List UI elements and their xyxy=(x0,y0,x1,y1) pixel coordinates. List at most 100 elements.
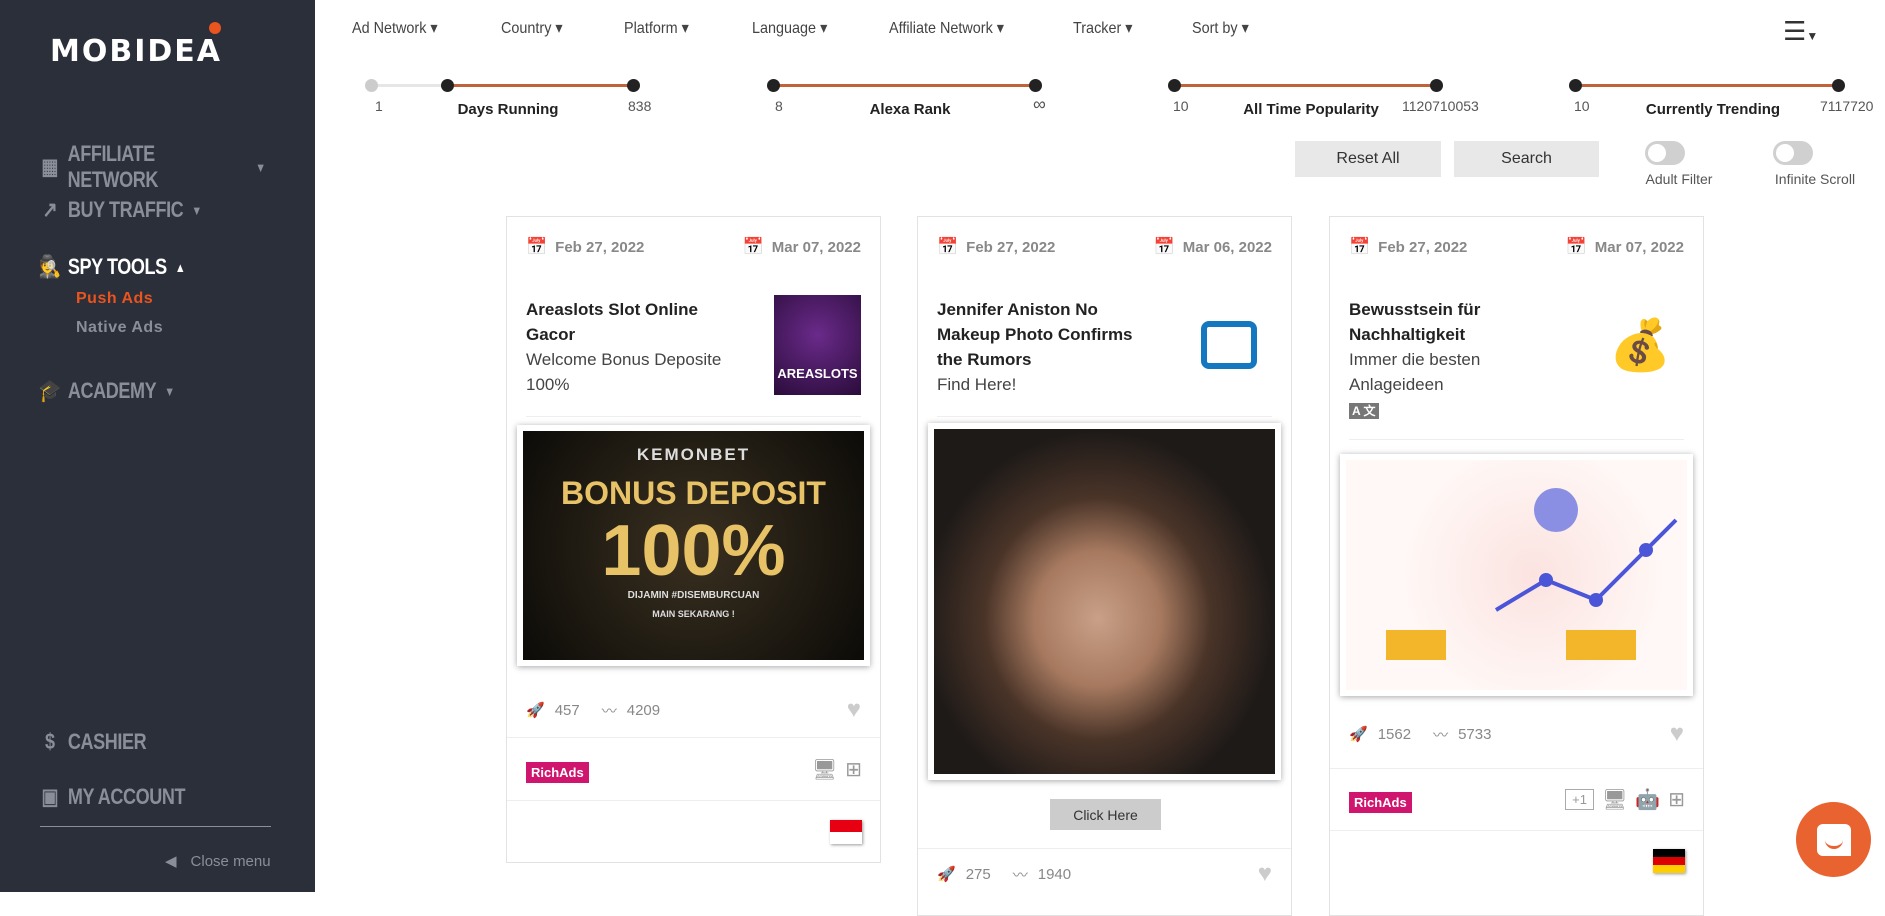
heart-icon[interactable]: ♥ xyxy=(847,696,861,724)
slider-label: Currently Trending xyxy=(1645,101,1781,118)
slider-days-running[interactable] xyxy=(447,84,633,87)
nav-cashier[interactable]: $ CASHIER xyxy=(40,729,147,755)
sidebar: MOBIDEA ▦ AFFILIATE NETWORK ▼ ↗ BUY TRAFFIC… xyxy=(0,0,315,892)
ad-title: Areaslots Slot Online Gacor Welcome Bonus… xyxy=(526,297,746,397)
caret-down-icon: ▼ xyxy=(164,383,175,399)
infinite-scroll-toggle[interactable] xyxy=(1773,141,1813,165)
ad-card[interactable]: 📅 Feb 27, 2022 📅 Mar 07, 2022 Areaslots Sl… xyxy=(506,216,881,863)
ad-description: Immer die besten Anlageideen xyxy=(1349,350,1481,394)
filter-tracker[interactable]: Tracker ▾ xyxy=(1073,18,1133,38)
calendar-icon: 📅 xyxy=(1349,237,1371,256)
rocket-icon: 🚀 xyxy=(526,702,545,719)
slider-max: 1120710053 xyxy=(1402,98,1479,114)
nav-native-ads[interactable]: Native Ads xyxy=(76,319,163,337)
graduation-cap-icon: 🎓 xyxy=(38,378,61,403)
spy-icon: 🕵 xyxy=(38,254,61,279)
nav-spy-tools[interactable]: 🕵 SPY TOOLS ▲ xyxy=(38,254,186,280)
heart-icon[interactable]: ♥ xyxy=(1258,860,1272,888)
ad-image[interactable]: KEMONBET BONUS DEPOSIT 100% DIJAMIN #DIS… xyxy=(517,425,870,666)
slider-handle[interactable] xyxy=(1569,79,1582,92)
slider-handle[interactable] xyxy=(365,79,378,92)
ad-description: Welcome Bonus Deposite 100% xyxy=(526,350,722,394)
chat-button[interactable] xyxy=(1796,802,1871,877)
nav-buy-traffic[interactable]: ↗ BUY TRAFFIC ▼ xyxy=(40,197,202,223)
ad-title: Bewusstsein für Nachhaltigkeit Immer die … xyxy=(1349,297,1569,422)
translate-icon: A 文 xyxy=(1349,403,1379,419)
caret-up-icon: ▲ xyxy=(174,259,186,275)
illustration xyxy=(1386,488,1678,660)
heart-icon[interactable]: ♥ xyxy=(1670,720,1684,748)
trend-icon: 〰 xyxy=(1012,866,1028,884)
slider-min: 1 xyxy=(375,98,383,114)
ad-image[interactable] xyxy=(1340,454,1693,696)
network-badge: RichAds xyxy=(526,762,589,783)
android-icon: 🤖 xyxy=(1635,789,1661,811)
calendar-icon: 📅 xyxy=(742,237,764,256)
caret-down-icon: ▼ xyxy=(191,202,203,218)
ad-image[interactable] xyxy=(928,423,1281,780)
filter-language[interactable]: Language ▾ xyxy=(752,18,827,38)
slider-min: 8 xyxy=(775,98,783,114)
nav-label: CASHIER xyxy=(67,729,147,754)
slider-currently-trending[interactable] xyxy=(1575,84,1838,87)
slider-min: 10 xyxy=(1574,98,1590,114)
nav-push-ads[interactable]: Push Ads xyxy=(76,290,153,308)
divider xyxy=(40,826,271,827)
desktop-icon: 🖥 xyxy=(811,759,838,781)
toggle-label: Infinite Scroll xyxy=(1774,171,1856,187)
hamburger-menu-icon[interactable]: ☰▼ xyxy=(1783,16,1818,47)
windows-icon: ⊞ xyxy=(1668,789,1685,811)
slider-alexa-rank[interactable] xyxy=(773,84,1035,87)
ad-card[interactable]: 📅 Feb 27, 2022 📅 Mar 07, 2022 Bewusstsein … xyxy=(1329,216,1704,916)
nav-label: AFFILIATE NETWORK xyxy=(67,141,159,192)
slider-handle[interactable] xyxy=(1430,79,1443,92)
trending-icon: ↗ xyxy=(42,197,58,222)
flag-germany-icon xyxy=(1653,849,1685,873)
last-seen: 📅 Mar 07, 2022 xyxy=(1565,237,1684,256)
click-here-button[interactable]: Click Here xyxy=(1050,799,1161,830)
slider-handle[interactable] xyxy=(767,79,780,92)
caret-down-icon: ▼ xyxy=(255,159,266,175)
filter-sort-by[interactable]: Sort by ▾ xyxy=(1192,18,1249,38)
ad-description: Find Here! xyxy=(937,375,1017,394)
rocket-icon: 🚀 xyxy=(937,866,956,883)
slider-handle[interactable] xyxy=(441,79,454,92)
nav-label: ACADEMY xyxy=(67,378,157,403)
slider-handle[interactable] xyxy=(1029,79,1042,92)
more-platforms: +1 xyxy=(1565,789,1594,810)
slider-max: 838 xyxy=(628,98,652,114)
slider-all-time-popularity[interactable] xyxy=(1174,84,1436,87)
nav-academy[interactable]: 🎓 ACADEMY ▼ xyxy=(38,378,175,404)
rocket-icon: 🚀 xyxy=(1349,726,1368,743)
slider-handle[interactable] xyxy=(627,79,640,92)
slider-max: 7117720 xyxy=(1820,98,1874,114)
adult-filter-toggle[interactable] xyxy=(1645,141,1685,165)
nav-label: SPY TOOLS xyxy=(67,254,167,279)
slider-track xyxy=(371,84,447,87)
filter-platform[interactable]: Platform ▾ xyxy=(624,18,689,38)
filter-affiliate-network[interactable]: Affiliate Network ▾ xyxy=(889,18,1004,38)
mobidea-logo[interactable]: MOBIDEA xyxy=(50,22,222,69)
search-button[interactable]: Search xyxy=(1454,141,1599,177)
toggle-label: Adult Filter xyxy=(1645,171,1713,187)
reset-all-button[interactable]: Reset All xyxy=(1295,141,1441,177)
platforms: 🖥 ⊞ xyxy=(812,757,862,782)
nav-affiliate-network[interactable]: ▦ AFFILIATE NETWORK ▼ xyxy=(40,141,266,193)
close-menu-button[interactable]: ◀ Close menu xyxy=(165,852,271,871)
slider-min: 10 xyxy=(1173,98,1189,114)
ad-stats: 🚀 1562 〰 5733 ♥ xyxy=(1349,720,1684,748)
bar-chart-icon: ▦ xyxy=(41,154,59,179)
slider-label: Days Running xyxy=(457,101,559,118)
ad-card[interactable]: 📅 Feb 27, 2022 📅 Mar 06, 2022 Jennifer Ani… xyxy=(917,216,1292,916)
slider-label: Alexa Rank xyxy=(869,101,951,118)
nav-my-account[interactable]: ▣ MY ACCOUNT xyxy=(40,784,186,810)
slider-handle[interactable] xyxy=(1832,79,1845,92)
filter-ad-network[interactable]: Ad Network ▾ xyxy=(352,18,438,38)
first-seen: 📅 Feb 27, 2022 xyxy=(526,237,645,256)
filter-country[interactable]: Country ▾ xyxy=(501,18,563,38)
windows-icon: ⊞ xyxy=(845,759,862,781)
desktop-icon: 🖥 xyxy=(1601,789,1628,811)
slider-handle[interactable] xyxy=(1168,79,1181,92)
chat-icon xyxy=(1816,823,1851,856)
nav-label: BUY TRAFFIC xyxy=(67,197,184,222)
